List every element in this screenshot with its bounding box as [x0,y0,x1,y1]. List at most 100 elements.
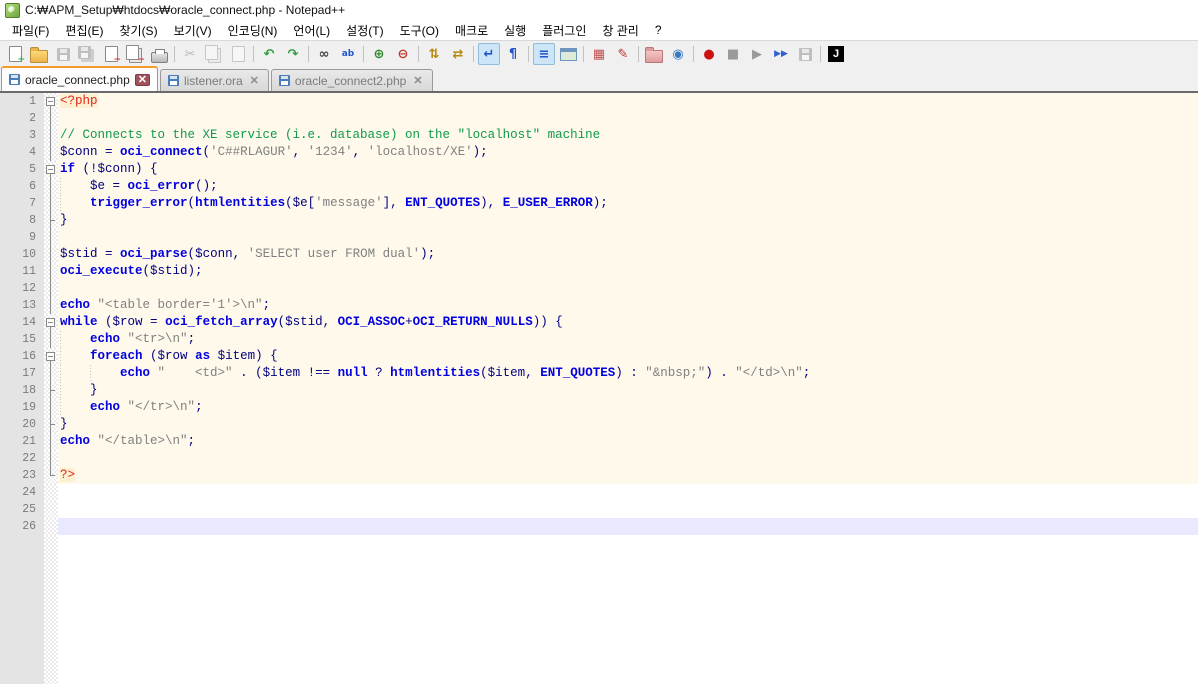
line-number[interactable]: 13 [0,297,44,314]
code-line-10[interactable]: 10 $stid = oci_parse($conn, 'SELECT user … [0,246,1198,263]
open-file-icon[interactable] [28,43,50,65]
menu-item-7[interactable]: 도구(O) [392,20,447,41]
zoom-out-icon[interactable]: ⊖ [392,43,414,65]
fold-margin[interactable] [44,93,58,110]
menu-item-8[interactable]: 매크로 [447,20,496,41]
line-number[interactable]: 14 [0,314,44,331]
line-number[interactable]: 10 [0,246,44,263]
code-line-3[interactable]: 3 // Connects to the XE service (i.e. dat… [0,127,1198,144]
macro-record-icon[interactable]: ● [698,43,720,65]
new-file-icon[interactable]: + [4,43,26,65]
code-line-11[interactable]: 11 oci_execute($stid); [0,263,1198,280]
fold-collapse-icon[interactable] [44,161,58,178]
find-icon[interactable]: ∞ [313,43,335,65]
menu-item-4[interactable]: 인코딩(N) [220,20,286,41]
code-text[interactable]: oci_execute($stid); [58,263,1198,280]
code-line-7[interactable]: 7 trigger_error(htmlentities($e['message… [0,195,1198,212]
fold-collapse-icon[interactable] [44,93,58,110]
menu-item-11[interactable]: 창 관리 [594,20,646,41]
menu-item-5[interactable]: 언어(L) [285,20,338,41]
line-number[interactable]: 9 [0,229,44,246]
line-number[interactable]: 17 [0,365,44,382]
fold-collapse-icon[interactable] [44,314,58,331]
fold-margin[interactable] [44,314,58,331]
line-number[interactable]: 20 [0,416,44,433]
code-line-2[interactable]: 2 [0,110,1198,127]
close-all-icon[interactable]: − [124,43,146,65]
close-file-icon[interactable]: − [100,43,122,65]
code-line-23[interactable]: 23 ?> [0,467,1198,484]
editor-pane[interactable]: 1 <?php 2 3 // Connects to the XE service (i… [0,93,1198,684]
fold-margin[interactable] [44,348,58,365]
show-all-characters-icon[interactable]: ¶ [502,43,524,65]
code-text[interactable]: $e = oci_error(); [58,178,1198,195]
code-text[interactable]: echo "</tr>\n"; [58,399,1198,416]
menu-item-10[interactable]: 플러그인 [534,20,594,41]
line-number[interactable]: 25 [0,501,44,518]
sync-horizontal-scroll-icon[interactable]: ⇄ [447,43,469,65]
line-number[interactable]: 21 [0,433,44,450]
menu-item-9[interactable]: 실행 [496,20,534,41]
code-text[interactable]: echo "</table>\n"; [58,433,1198,450]
editor-empty-area[interactable] [0,535,1198,684]
redo-icon[interactable]: ↷ [282,43,304,65]
code-text[interactable]: $conn = oci_connect('C##RLAGUR', '1234',… [58,144,1198,161]
code-text[interactable]: <?php [58,93,1198,110]
code-line-14[interactable]: 14 while ($row = oci_fetch_array($stid, O… [0,314,1198,331]
menu-item-2[interactable]: 찾기(S) [111,20,165,41]
line-number[interactable]: 26 [0,518,44,535]
code-text[interactable]: } [58,416,1198,433]
code-text[interactable]: } [58,382,1198,399]
zoom-in-icon[interactable]: ⊕ [368,43,390,65]
tab-oracle_connect2.php[interactable]: oracle_connect2.php ✕ [270,69,433,91]
line-number[interactable]: 19 [0,399,44,416]
line-number[interactable]: 24 [0,484,44,501]
fold-collapse-icon[interactable] [44,348,58,365]
line-number[interactable]: 6 [0,178,44,195]
code-line-25[interactable]: 25 [0,501,1198,518]
menu-item-3[interactable]: 보기(V) [166,20,220,41]
code-text[interactable] [58,229,1198,246]
line-number[interactable]: 23 [0,467,44,484]
code-text[interactable]: foreach ($row as $item) { [58,348,1198,365]
fold-margin[interactable] [44,161,58,178]
function-list-icon[interactable]: ✎ [612,43,634,65]
code-line-15[interactable]: 15 echo "<tr>\n"; [0,331,1198,348]
code-line-6[interactable]: 6 $e = oci_error(); [0,178,1198,195]
macro-run-multiple-icon[interactable]: ▶▶ [770,43,792,65]
menu-item-0[interactable]: 파일(F) [4,20,57,41]
line-number[interactable]: 16 [0,348,44,365]
replace-icon[interactable]: ab [337,43,359,65]
code-line-9[interactable]: 9 [0,229,1198,246]
code-text[interactable] [58,518,1198,535]
folder-as-workspace-icon[interactable] [643,43,665,65]
code-line-18[interactable]: 18 } [0,382,1198,399]
jstool-plugin-icon[interactable]: J [825,43,847,65]
code-line-21[interactable]: 21 echo "</table>\n"; [0,433,1198,450]
show-indent-guide-icon[interactable]: ≡ [533,43,555,65]
line-number[interactable]: 4 [0,144,44,161]
line-number[interactable]: 1 [0,93,44,110]
tab-close-icon[interactable]: ✕ [134,73,150,86]
menu-item-1[interactable]: 편집(E) [57,20,111,41]
code-text[interactable]: } [58,212,1198,229]
code-text[interactable]: $stid = oci_parse($conn, 'SELECT user FR… [58,246,1198,263]
print-icon[interactable] [148,43,170,65]
macro-play-icon[interactable]: ▶ [746,43,768,65]
tab-close-icon[interactable]: ✕ [411,75,424,86]
code-line-13[interactable]: 13 echo "<table border='1'>\n"; [0,297,1198,314]
tab-oracle_connect.php[interactable]: oracle_connect.php ✕ [1,66,158,91]
monitoring-icon[interactable]: ◉ [667,43,689,65]
code-text[interactable]: ?> [58,467,1198,484]
macro-stop-icon[interactable]: ■ [722,43,744,65]
code-text[interactable]: // Connects to the XE service (i.e. data… [58,127,1198,144]
code-line-16[interactable]: 16 foreach ($row as $item) { [0,348,1198,365]
line-number[interactable]: 15 [0,331,44,348]
code-text[interactable]: echo " <td>" . ($item !== null ? htmlent… [58,365,1198,382]
code-line-4[interactable]: 4 $conn = oci_connect('C##RLAGUR', '1234'… [0,144,1198,161]
code-line-8[interactable]: 8} [0,212,1198,229]
menu-item-12[interactable]: ? [647,21,670,39]
code-text[interactable]: echo "<tr>\n"; [58,331,1198,348]
code-line-20[interactable]: 20} [0,416,1198,433]
line-number[interactable]: 12 [0,280,44,297]
